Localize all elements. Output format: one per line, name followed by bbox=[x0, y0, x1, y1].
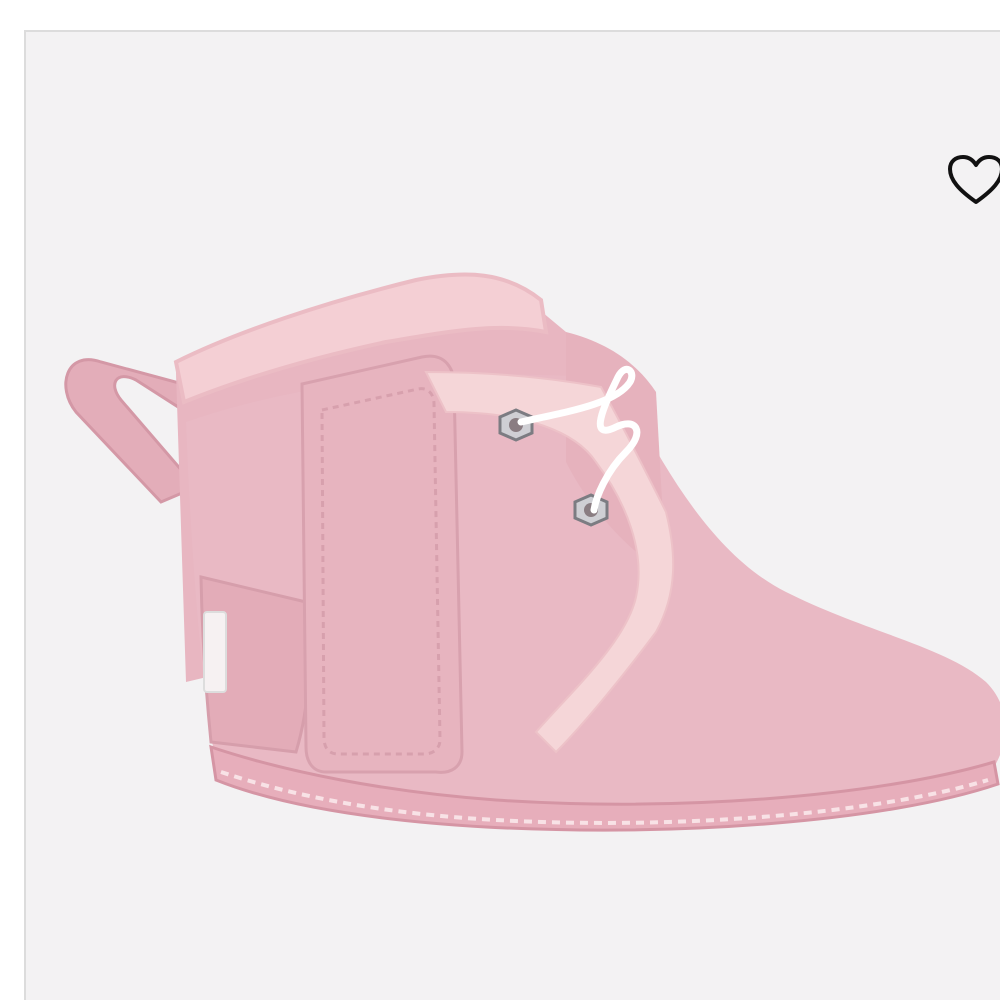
eyelet-top bbox=[498, 408, 534, 442]
wishlist-button[interactable] bbox=[944, 150, 1000, 210]
product-card bbox=[24, 30, 1000, 1000]
heart-outline-icon bbox=[948, 155, 1000, 204]
product-image[interactable] bbox=[26, 32, 1000, 1002]
heel-tag bbox=[203, 611, 227, 693]
